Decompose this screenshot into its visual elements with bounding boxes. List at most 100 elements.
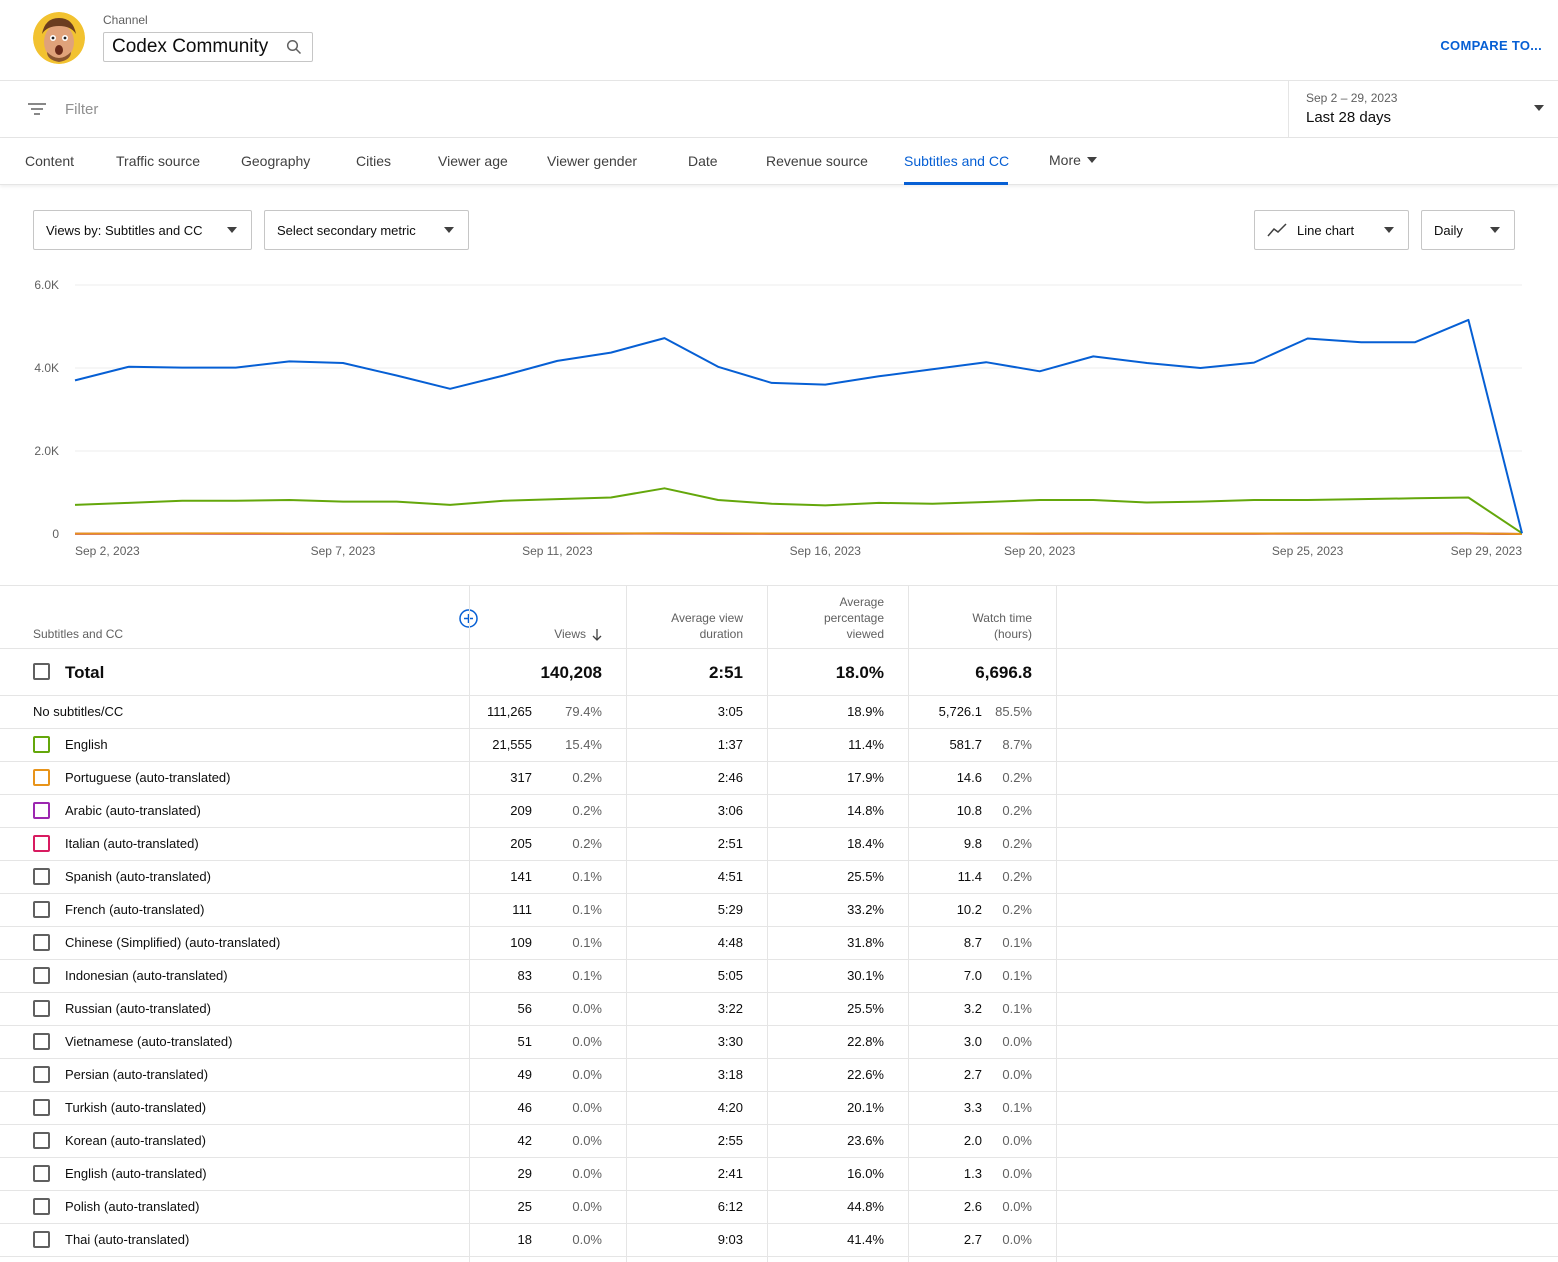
table-row[interactable]: English (auto-translated) 29 0.0% 2:41 16.0%… (0, 1158, 1558, 1191)
tab-cities[interactable]: Cities (356, 153, 391, 169)
row-views: 209 (510, 803, 532, 818)
series-line-1[interactable] (74, 487, 1523, 535)
table-row[interactable]: Persian (auto-translated) 49 0.0% 3:18 22.6%… (0, 1059, 1558, 1092)
tab-traffic-source[interactable]: Traffic source (116, 153, 200, 169)
tab-geography[interactable]: Geography (241, 153, 310, 169)
views-line-chart[interactable]: 6.0K 4.0K 2.0K 0 Sep 2, 2023 Sep 7, 2023 Sep 1… (0, 270, 1558, 570)
row-watch-time: 2.0 (963, 1133, 982, 1148)
tab-viewer-age[interactable]: Viewer age (438, 153, 508, 169)
subtitles-table: Subtitles and CC Views Average view dura… (0, 585, 1558, 1262)
row-checkbox[interactable] (33, 802, 50, 819)
row-checkbox[interactable] (33, 967, 50, 984)
total-views: 140,208 (540, 663, 602, 682)
select-all-checkbox[interactable] (33, 663, 50, 680)
row-watch-time: 2.6 (963, 1199, 982, 1214)
chart-type-label: Line chart (1297, 222, 1355, 238)
row-avg-pct: 25.5% (847, 869, 884, 884)
row-checkbox[interactable] (33, 1033, 50, 1050)
row-watch-time: 3.0 (963, 1034, 982, 1049)
row-checkbox[interactable] (33, 769, 50, 786)
row-checkbox[interactable] (33, 1099, 50, 1116)
row-checkbox[interactable] (33, 1132, 50, 1149)
header-avg-view-duration[interactable]: Average view duration (671, 610, 743, 642)
row-watch-pct: 0.2% (1002, 902, 1032, 917)
row-label: Arabic (auto-translated) (65, 803, 201, 818)
row-watch-time: 3.3 (963, 1100, 982, 1115)
header-watch-time[interactable]: Watch time (hours) (972, 610, 1032, 642)
table-row[interactable]: Italian (auto-translated) 205 0.2% 2:51 18.4… (0, 828, 1558, 861)
channel-avatar[interactable] (33, 12, 85, 64)
filter-input[interactable]: Filter (65, 101, 98, 118)
table-row[interactable]: No subtitles/CC 111,265 79.4% 3:05 18.9% 5,72… (0, 696, 1558, 729)
row-label: Russian (auto-translated) (65, 1001, 211, 1016)
channel-name: Codex Community (112, 36, 269, 57)
tab-date[interactable]: Date (688, 153, 718, 169)
tab-content[interactable]: Content (25, 153, 74, 169)
series-line-0[interactable] (74, 318, 1523, 534)
table-row[interactable]: Indonesian (auto-translated) 83 0.1% 5:05 30… (0, 960, 1558, 993)
table-row[interactable]: Portuguese (auto-translated) 317 0.2% 2:46 1… (0, 762, 1558, 795)
header-avg-percentage-viewed[interactable]: Average percentage viewed (824, 594, 884, 642)
tab-subtitles-and-cc[interactable]: Subtitles and CC (904, 153, 1009, 169)
header-views[interactable]: Views (554, 626, 602, 642)
caret-down-icon (1534, 105, 1544, 111)
table-row[interactable]: French (auto-translated) 111 0.1% 5:29 33.2%… (0, 894, 1558, 927)
primary-metric-select[interactable]: Views by: Subtitles and CC (33, 210, 252, 250)
tab-more[interactable]: More (1049, 152, 1097, 168)
row-checkbox[interactable] (33, 1066, 50, 1083)
row-views: 21,555 (492, 737, 532, 752)
compare-to-button[interactable]: COMPARE TO... (1440, 38, 1542, 53)
row-label: Portuguese (auto-translated) (65, 770, 231, 785)
sort-down-icon (592, 628, 602, 641)
row-checkbox[interactable] (33, 835, 50, 852)
search-icon[interactable] (286, 39, 302, 55)
row-views: 18 (517, 1232, 532, 1247)
column-divider (1056, 585, 1057, 1262)
row-label: French (auto-translated) (65, 902, 205, 917)
row-checkbox[interactable] (33, 868, 50, 885)
channel-selector[interactable]: Codex Community (103, 32, 313, 62)
row-avg-duration: 4:20 (717, 1100, 743, 1115)
caret-down-icon (1086, 157, 1097, 164)
row-checkbox[interactable] (33, 1198, 50, 1215)
table-row[interactable]: Russian (auto-translated) 56 0.0% 3:22 25.5%… (0, 993, 1558, 1026)
table-row[interactable]: Turkish (auto-translated) 46 0.0% 4:20 20.1%… (0, 1092, 1558, 1125)
channel-label: Channel (103, 13, 148, 27)
date-range-picker[interactable]: Sep 2 – 29, 2023 Last 28 days (1288, 81, 1558, 137)
total-avg-pct: 18.0% (835, 663, 884, 682)
tab-revenue-source[interactable]: Revenue source (766, 153, 868, 169)
table-row[interactable]: Chinese (Simplified) (auto-translated) 10… (0, 927, 1558, 960)
table-row[interactable]: Korean (auto-translated) 42 0.0% 2:55 23.6% 2… (0, 1125, 1558, 1158)
header-subtitles-and-cc[interactable]: Subtitles and CC (33, 626, 123, 642)
row-checkbox[interactable] (33, 1231, 50, 1248)
table-row[interactable]: English 21,555 15.4% 1:37 11.4% 581.7 8.7% (0, 729, 1558, 762)
row-avg-pct: 44.8% (847, 1199, 884, 1214)
x-tick-label: Sep 2, 2023 (75, 544, 140, 558)
row-label: Spanish (auto-translated) (65, 869, 211, 884)
table-row[interactable]: Spanish (auto-translated) 141 0.1% 4:51 25.5… (0, 861, 1558, 894)
row-checkbox[interactable] (33, 1165, 50, 1182)
table-row[interactable]: Polish (auto-translated) 25 0.0% 6:12 44.8% 2… (0, 1191, 1558, 1224)
row-avg-pct: 16.0% (847, 1166, 884, 1181)
filter-icon[interactable] (28, 101, 46, 117)
row-avg-duration: 9:03 (717, 1232, 743, 1247)
table-row[interactable]: Thai (auto-translated) 18 0.0% 9:03 41.4% 2.7… (0, 1224, 1558, 1257)
table-row[interactable]: Arabic (auto-translated) 209 0.2% 3:06 14.8%… (0, 795, 1558, 828)
row-checkbox[interactable] (33, 1000, 50, 1017)
tab-viewer-gender[interactable]: Viewer gender (547, 153, 637, 169)
interval-select[interactable]: Daily (1421, 210, 1515, 250)
row-avg-pct: 18.9% (847, 704, 884, 719)
row-checkbox[interactable] (33, 736, 50, 753)
row-checkbox[interactable] (33, 901, 50, 918)
chart-type-select[interactable]: Line chart (1254, 210, 1409, 250)
row-avg-pct: 22.8% (847, 1034, 884, 1049)
row-avg-duration: 3:22 (717, 1001, 743, 1016)
row-checkbox[interactable] (33, 934, 50, 951)
table-row[interactable]: Vietnamese (auto-translated) 51 0.0% 3:30 22… (0, 1026, 1558, 1059)
y-tick-label: 0 (52, 527, 59, 541)
secondary-metric-select[interactable]: Select secondary metric (264, 210, 469, 250)
series-line-2[interactable] (74, 532, 1523, 535)
row-views-pct: 0.1% (572, 869, 602, 884)
row-avg-pct: 14.8% (847, 803, 884, 818)
header-line: Average view (671, 611, 743, 625)
